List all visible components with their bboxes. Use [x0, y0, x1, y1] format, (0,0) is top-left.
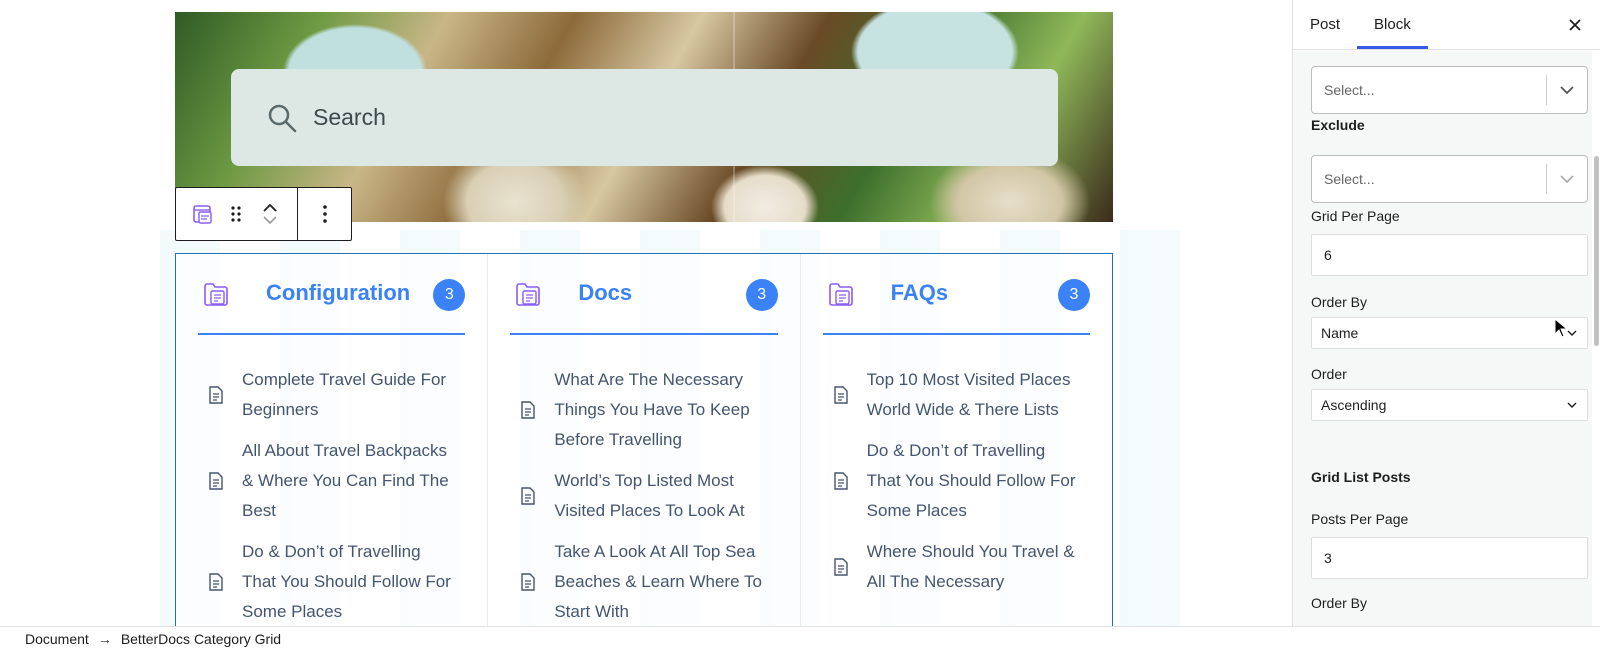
exclude-label: Exclude [1311, 117, 1365, 133]
category-header: Configuration 3 [198, 254, 466, 335]
document-icon [521, 401, 536, 419]
order-by-select[interactable]: Name [1311, 317, 1588, 349]
search-bar[interactable]: Search [231, 69, 1058, 166]
list-item[interactable]: Top 10 Most Visited Places World Wide & … [823, 365, 1090, 425]
list-item[interactable]: Do & Don’t of Travelling That You Should… [823, 436, 1090, 526]
list-item[interactable]: All About Travel Backpacks & Where You C… [198, 436, 465, 526]
category-title[interactable]: Configuration [266, 280, 410, 306]
post-title: Complete Travel Guide For Beginners [242, 370, 447, 419]
order-by-2-label: Order By [1311, 595, 1368, 611]
search-icon [267, 103, 297, 133]
document-icon [833, 386, 848, 404]
post-title: Do & Don’t of Travelling That You Should… [242, 542, 451, 621]
document-icon [209, 472, 223, 490]
category-count-badge: 3 [433, 279, 466, 311]
tab-post[interactable]: Post [1293, 0, 1357, 49]
post-title: Do & Don’t of Travelling That You Should… [866, 441, 1076, 520]
post-title: What Are The Necessary Things You Have T… [554, 370, 750, 449]
chevron-down-icon[interactable] [1547, 174, 1587, 184]
post-title: Take A Look At All Top Sea Beaches & Lea… [554, 542, 762, 621]
chevron-down-icon [1567, 330, 1577, 336]
more-options-icon[interactable] [313, 198, 337, 230]
breadcrumb: Document → BetterDocs Category Grid [0, 626, 1600, 650]
mouse-cursor-icon [1554, 317, 1569, 343]
order-by-label: Order By [1311, 294, 1368, 310]
post-title: Top 10 Most Visited Places World Wide & … [866, 370, 1071, 419]
category-header: Docs 3 [510, 254, 778, 335]
category-title[interactable]: FAQs [891, 280, 948, 306]
document-icon [833, 472, 848, 490]
document-icon [209, 386, 223, 404]
document-icon [521, 573, 536, 591]
block-movers [258, 198, 282, 230]
category-folder-icon [513, 279, 543, 309]
post-title: All About Travel Backpacks & Where You C… [242, 441, 449, 520]
betterdocs-grid-icon[interactable] [191, 198, 215, 230]
document-icon [521, 487, 536, 505]
category-count-badge: 3 [745, 279, 778, 311]
grid-per-page-input[interactable]: 6 [1311, 234, 1588, 276]
order-select[interactable]: Ascending [1311, 389, 1588, 421]
search-placeholder: Search [313, 104, 386, 130]
close-icon[interactable] [1562, 12, 1588, 38]
category-column: Configuration 3 Complete Travel Guide Fo… [176, 254, 489, 626]
sidebar-tabs: Post Block [1293, 0, 1600, 50]
list-item[interactable]: World’s Top Listed Most Visited Places T… [510, 466, 777, 526]
posts-per-page-label: Posts Per Page [1311, 511, 1409, 527]
tab-block[interactable]: Block [1357, 0, 1428, 49]
category-count-badge: 3 [1057, 279, 1090, 311]
block-settings-panel: Select... Exclude Select... Grid Per Pag… [1293, 51, 1593, 626]
order-by-value: Name [1321, 325, 1359, 341]
category-title[interactable]: Docs [578, 280, 632, 306]
breadcrumb-item-document[interactable]: Document [25, 631, 89, 647]
scrollbar-thumb[interactable] [1594, 156, 1599, 346]
post-title: Where Should You Travel & All The Necess… [866, 542, 1075, 591]
category-column: FAQs 3 Top 10 Most Visited Places World … [801, 254, 1112, 626]
list-item[interactable]: Where Should You Travel & All The Necess… [823, 537, 1090, 597]
category-column: Docs 3 What Are The Necessary Things You… [488, 254, 801, 626]
chevron-down-icon [1567, 402, 1577, 408]
drag-handle-icon[interactable] [224, 198, 248, 230]
grid-per-page-label: Grid Per Page [1311, 208, 1400, 224]
chevron-down-icon[interactable] [1547, 85, 1587, 95]
post-list: Complete Travel Guide For Beginners All … [198, 335, 465, 626]
include-select-placeholder: Select... [1324, 82, 1375, 98]
include-select[interactable]: Select... [1311, 66, 1588, 114]
move-up-icon[interactable] [262, 203, 278, 213]
order-label: Order [1311, 366, 1347, 382]
block-toolbar [175, 187, 352, 241]
posts-per-page-input[interactable]: 3 [1311, 537, 1588, 579]
category-folder-icon [201, 279, 231, 309]
category-header: FAQs 3 [822, 254, 1090, 335]
sidebar-scrollbar[interactable] [1592, 51, 1600, 626]
category-grid[interactable]: Configuration 3 Complete Travel Guide Fo… [175, 253, 1113, 626]
list-item[interactable]: Take A Look At All Top Sea Beaches & Lea… [510, 537, 777, 626]
category-folder-icon [826, 279, 856, 309]
list-item[interactable]: Complete Travel Guide For Beginners [198, 365, 465, 425]
arrow-right-icon: → [97, 630, 112, 647]
editor-canvas: Search Configuration 3 Complete Travel G… [0, 0, 1292, 626]
list-item[interactable]: Do & Don’t of Travelling That You Should… [198, 537, 465, 626]
post-list: Top 10 Most Visited Places World Wide & … [823, 335, 1090, 597]
move-down-icon[interactable] [262, 215, 278, 225]
settings-sidebar: Post Block Select... Exclude Select... G… [1292, 0, 1600, 626]
exclude-select[interactable]: Select... [1311, 155, 1588, 203]
grid-list-posts-heading: Grid List Posts [1311, 469, 1411, 485]
post-list: What Are The Necessary Things You Have T… [510, 335, 777, 626]
document-icon [833, 558, 848, 576]
order-value: Ascending [1321, 397, 1387, 413]
exclude-select-placeholder: Select... [1324, 171, 1375, 187]
post-title: World’s Top Listed Most Visited Places T… [554, 471, 745, 520]
breadcrumb-item-block[interactable]: BetterDocs Category Grid [121, 631, 281, 647]
list-item[interactable]: What Are The Necessary Things You Have T… [510, 365, 777, 455]
document-icon [209, 573, 223, 591]
